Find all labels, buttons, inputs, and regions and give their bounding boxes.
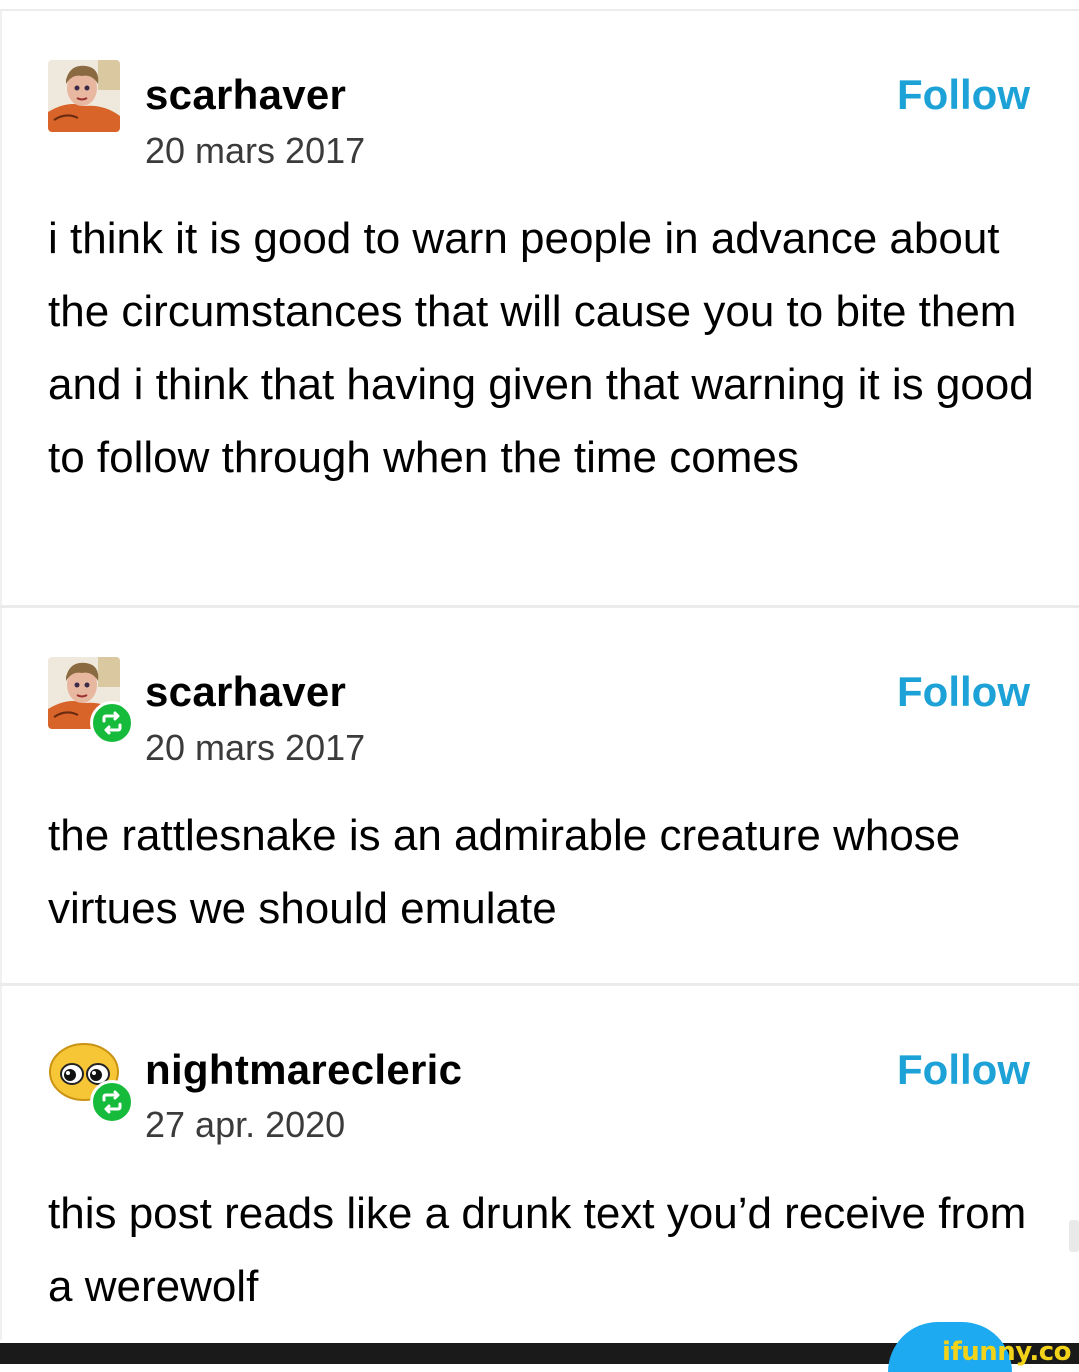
post-divider	[0, 605, 1079, 608]
username[interactable]: scarhaver	[145, 667, 346, 717]
top-divider	[0, 9, 1079, 11]
reblog-icon	[90, 1080, 134, 1124]
follow-button[interactable]: Follow	[897, 70, 1030, 120]
username[interactable]: nightmarecleric	[145, 1045, 462, 1095]
post-body: i think it is good to warn people in adv…	[48, 214, 1034, 482]
user-avatar[interactable]	[48, 60, 120, 132]
reblog-icon	[90, 701, 134, 745]
post-date: 27 apr. 2020	[145, 1104, 346, 1145]
username[interactable]: scarhaver	[145, 70, 346, 120]
post-body: the rattlesnake is an admirable creature…	[48, 811, 961, 933]
left-border	[0, 10, 2, 1340]
follow-button[interactable]: Follow	[897, 667, 1030, 717]
post-body: this post reads like a drunk text you’d …	[48, 1189, 1027, 1311]
scrollbar-thumb[interactable]	[1069, 1220, 1079, 1252]
follow-button[interactable]: Follow	[897, 1045, 1030, 1095]
post-date: 20 mars 2017	[145, 727, 366, 768]
watermark-logo: ifunny.co	[942, 1337, 1071, 1367]
post-divider	[0, 983, 1079, 986]
post-thread: scarhaver 20 mars 2017 Follow i think it…	[0, 0, 1079, 1372]
avatar-drawing-icon	[48, 60, 120, 132]
post-date: 20 mars 2017	[145, 130, 366, 171]
